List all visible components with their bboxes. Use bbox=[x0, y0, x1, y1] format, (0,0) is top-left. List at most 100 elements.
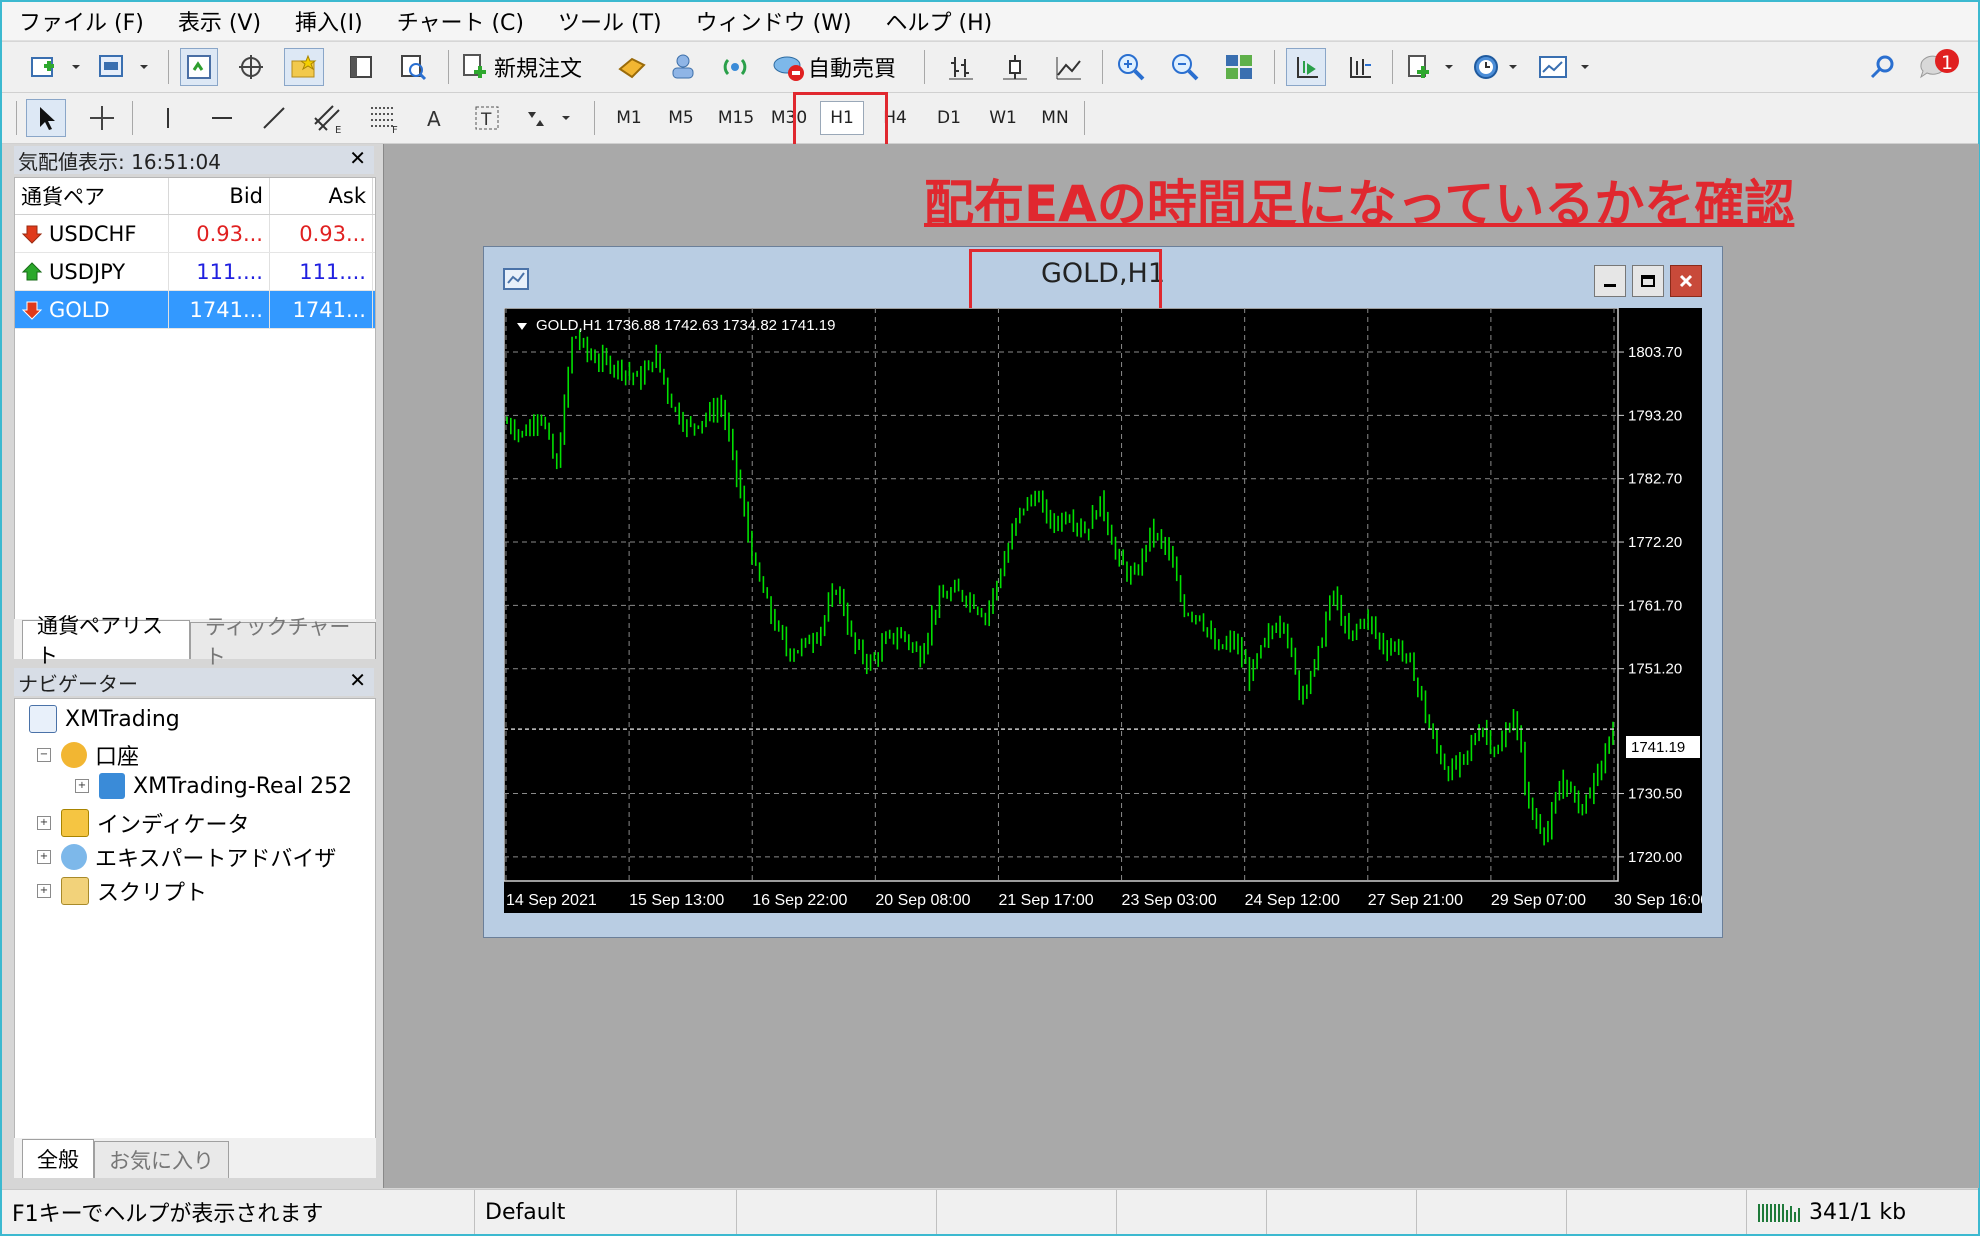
close-icon[interactable]: ✕ bbox=[349, 668, 366, 692]
up-arrow-icon bbox=[21, 261, 43, 280]
nav-item-experts[interactable]: + エキスパートアドバイザ bbox=[37, 841, 336, 873]
metaeditor-button[interactable] bbox=[612, 48, 650, 86]
x-tick-label: 14 Sep 2021 bbox=[506, 892, 597, 909]
signals-button[interactable] bbox=[716, 48, 754, 86]
profiles-button[interactable] bbox=[94, 50, 154, 84]
crosshair-tool[interactable] bbox=[82, 99, 122, 137]
close-button[interactable] bbox=[1670, 265, 1702, 297]
data-window-button[interactable] bbox=[232, 48, 270, 86]
close-icon[interactable]: ✕ bbox=[349, 146, 366, 170]
vertical-line-tool[interactable] bbox=[148, 99, 188, 137]
maximize-button[interactable] bbox=[1632, 265, 1664, 297]
navigator-title-text: ナビゲーター bbox=[18, 671, 138, 696]
zoom-in-button[interactable] bbox=[1112, 48, 1150, 86]
status-cell bbox=[1416, 1190, 1566, 1234]
tab-symbols[interactable]: 通貨ペアリスト bbox=[22, 614, 190, 668]
nav-label: XMTrading-Real 252 bbox=[133, 773, 353, 799]
nav-item-indicators[interactable]: + インディケータ bbox=[37, 807, 249, 839]
navigator-tabs: 全般 お気に入り bbox=[14, 1138, 376, 1178]
new-order-icon bbox=[463, 54, 486, 78]
menu-view[interactable]: 表示 (V) bbox=[161, 5, 278, 37]
candlestick-button[interactable] bbox=[996, 48, 1034, 86]
indicators-button[interactable] bbox=[1404, 48, 1460, 86]
menu-insert[interactable]: 挿入(I) bbox=[278, 5, 380, 37]
column-bid[interactable]: Bid bbox=[169, 178, 270, 214]
candlestick-icon bbox=[1003, 55, 1027, 80]
column-ask[interactable]: Ask bbox=[270, 178, 373, 214]
templates-button[interactable] bbox=[1536, 48, 1596, 86]
close-icon bbox=[1679, 274, 1693, 288]
table-row[interactable]: USDCHF 0.93... 0.93... bbox=[15, 215, 375, 253]
svg-text:F: F bbox=[392, 125, 398, 134]
terminal-button[interactable] bbox=[342, 48, 380, 86]
maximize-icon bbox=[1641, 275, 1655, 287]
crosshair-icon bbox=[90, 106, 114, 130]
tab-tick-chart[interactable]: ティックチャート bbox=[189, 615, 376, 669]
menu-window[interactable]: ウィンドウ (W) bbox=[679, 5, 869, 37]
auto-trading-button[interactable]: 自動売買 bbox=[772, 48, 910, 86]
menu-chart[interactable]: チャート (C) bbox=[380, 5, 541, 37]
timeframe-m5[interactable]: M5 bbox=[658, 101, 704, 135]
x-tick-label: 21 Sep 17:00 bbox=[998, 892, 1093, 909]
search-button[interactable] bbox=[1864, 48, 1902, 86]
market-watch-toggle[interactable] bbox=[180, 48, 218, 86]
table-row[interactable]: USDJPY 111.... 111.... bbox=[15, 253, 375, 291]
expand-icon[interactable]: + bbox=[37, 816, 51, 830]
menu-file[interactable]: ファイル (F) bbox=[2, 5, 161, 37]
notifications-button[interactable]: 1 bbox=[1912, 46, 1968, 88]
tile-windows-icon bbox=[1226, 55, 1252, 79]
expand-icon[interactable]: + bbox=[37, 884, 51, 898]
zoom-out-button[interactable] bbox=[1166, 48, 1204, 86]
timeframe-d1[interactable]: D1 bbox=[926, 101, 972, 135]
fibonacci-tool[interactable]: F bbox=[362, 99, 406, 137]
column-symbol[interactable]: 通貨ペア bbox=[15, 178, 169, 214]
text-tool[interactable]: A bbox=[416, 99, 454, 137]
chart-shift-button[interactable] bbox=[1340, 48, 1378, 86]
auto-scroll-button[interactable] bbox=[1286, 48, 1326, 86]
nav-item-accounts[interactable]: − 口座 bbox=[37, 739, 139, 771]
y-tick-label: 1761.70 bbox=[1628, 597, 1682, 614]
new-order-button[interactable]: 新規注文 bbox=[460, 48, 600, 86]
table-row-selected[interactable]: GOLD 1741... 1741... bbox=[15, 291, 375, 329]
nav-item-root[interactable]: XMTrading bbox=[29, 705, 180, 733]
text-label-tool[interactable]: T bbox=[468, 99, 506, 137]
expand-icon[interactable]: + bbox=[37, 850, 51, 864]
indicators-add-icon bbox=[1408, 55, 1453, 78]
menu-tools[interactable]: ツール (T) bbox=[541, 5, 679, 37]
tab-common[interactable]: 全般 bbox=[22, 1139, 94, 1178]
equidistant-channel-tool[interactable]: E bbox=[306, 99, 350, 137]
standard-toolbar: 新規注文 自動売買 1 bbox=[2, 42, 1978, 93]
expert-hat-icon bbox=[61, 844, 87, 870]
notification-badge: 1 bbox=[1941, 52, 1954, 74]
price-chart[interactable]: GOLD,H1 1736.88 1742.63 1734.82 1741.19 … bbox=[504, 308, 1702, 913]
timeframe-m15[interactable]: M15 bbox=[710, 101, 762, 135]
nav-item-account[interactable]: + XMTrading-Real 252 bbox=[75, 773, 352, 799]
new-chart-button[interactable] bbox=[24, 50, 84, 84]
account-history-button[interactable] bbox=[664, 48, 702, 86]
navigator-toggle[interactable] bbox=[284, 48, 324, 86]
trendline-tool[interactable] bbox=[254, 99, 294, 137]
y-tick-label: 1803.70 bbox=[1628, 344, 1682, 361]
bar-chart-button[interactable] bbox=[942, 48, 980, 86]
tab-favorites[interactable]: お気に入り bbox=[94, 1141, 229, 1178]
terminal-icon bbox=[350, 56, 372, 78]
menu-help[interactable]: ヘルプ (H) bbox=[869, 5, 1010, 37]
status-cell bbox=[736, 1190, 936, 1234]
timeframe-m1[interactable]: M1 bbox=[606, 101, 652, 135]
expand-icon[interactable]: + bbox=[75, 779, 89, 793]
arrows-tool[interactable] bbox=[520, 99, 580, 137]
minimize-icon bbox=[1604, 284, 1616, 287]
nav-item-scripts[interactable]: + スクリプト bbox=[37, 875, 207, 907]
collapse-icon[interactable]: − bbox=[37, 748, 51, 762]
cursor-tool[interactable] bbox=[26, 99, 66, 137]
line-chart-button[interactable] bbox=[1050, 48, 1088, 86]
periods-button[interactable] bbox=[1470, 48, 1526, 86]
channel-icon: E bbox=[314, 105, 341, 134]
tile-windows-button[interactable] bbox=[1220, 48, 1258, 86]
timeframe-mn[interactable]: MN bbox=[1032, 101, 1078, 135]
horizontal-line-tool[interactable] bbox=[202, 99, 242, 137]
strategy-tester-button[interactable] bbox=[394, 48, 432, 86]
timeframe-w1[interactable]: W1 bbox=[980, 101, 1026, 135]
x-tick-label: 30 Sep 16:00 bbox=[1614, 892, 1702, 909]
minimize-button[interactable] bbox=[1594, 265, 1626, 297]
